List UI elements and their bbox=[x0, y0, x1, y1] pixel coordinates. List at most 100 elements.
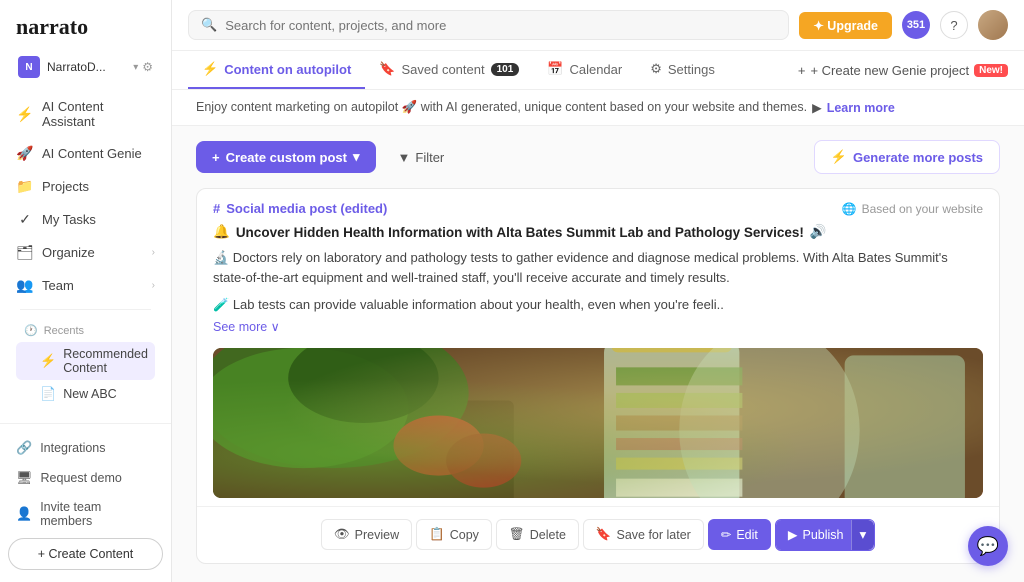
sidebar-item-team[interactable]: 👥 Team › bbox=[8, 269, 163, 301]
post-image bbox=[213, 348, 983, 498]
check-icon: ✓ bbox=[16, 210, 34, 228]
workspace-name: NarratoD... bbox=[47, 60, 131, 74]
create-content-button[interactable]: + Create Content bbox=[8, 538, 163, 570]
preview-button[interactable]: 👁 Preview bbox=[321, 519, 412, 550]
tab-settings[interactable]: ⚙ Settings bbox=[636, 51, 729, 89]
organize-icon: 🗂 bbox=[16, 243, 34, 261]
sidebar-nav: ⚡ AI Content Assistant 🚀 AI Content Geni… bbox=[0, 88, 171, 423]
post-source: 🌐 Based on your website bbox=[842, 202, 983, 216]
edit-label: Edit bbox=[736, 528, 758, 542]
publish-button[interactable]: ▶ Publish bbox=[776, 520, 856, 550]
sidebar: narrato N NarratoD... ▾ ⚙ ⚡ AI Content A… bbox=[0, 0, 172, 582]
search-input[interactable] bbox=[225, 18, 776, 33]
notification-badge[interactable]: 351 bbox=[902, 11, 930, 39]
sidebar-integrations[interactable]: 🔗 Integrations bbox=[8, 434, 163, 462]
user-avatar[interactable] bbox=[978, 10, 1008, 40]
rocket-icon: 🚀 bbox=[16, 144, 34, 162]
help-button[interactable]: ? bbox=[940, 11, 968, 39]
create-post-label: Create custom post bbox=[226, 150, 347, 165]
learn-more-link[interactable]: Learn more bbox=[827, 101, 895, 115]
plus-icon: + bbox=[212, 150, 220, 165]
new-genie-label: + Create new Genie project bbox=[810, 63, 969, 78]
recents-label-text: Recents bbox=[44, 325, 84, 337]
tab-calendar[interactable]: 📅 Calendar bbox=[533, 51, 636, 89]
tab-label: Content on autopilot bbox=[224, 62, 351, 77]
plus-icon: + bbox=[798, 63, 806, 78]
team-icon: 👥 bbox=[16, 276, 34, 294]
bell-icon: 🔔 bbox=[213, 224, 230, 240]
chat-bubble-button[interactable]: 💬 bbox=[968, 526, 1008, 566]
post-source-label: Based on your website bbox=[862, 202, 983, 216]
video-icon: ▶ bbox=[812, 100, 822, 115]
tab-label: Calendar bbox=[569, 62, 622, 77]
publish-group: ▶ Publish ▾ bbox=[775, 519, 875, 551]
sidebar-item-ai-content-assistant[interactable]: ⚡ AI Content Assistant bbox=[8, 92, 163, 136]
publish-dropdown-button[interactable]: ▾ bbox=[851, 520, 875, 550]
recent-item-label: New ABC bbox=[63, 387, 117, 401]
logo-area: narrato bbox=[0, 0, 171, 50]
recent-item-new-abc[interactable]: 📄 New ABC bbox=[16, 381, 155, 407]
folder-icon: 📁 bbox=[16, 177, 34, 195]
bottom-item-label: Request demo bbox=[41, 471, 122, 485]
lab-icon: 🧪 bbox=[213, 297, 229, 312]
recents-section: 🕐 Recents bbox=[8, 318, 163, 341]
sidebar-item-label: My Tasks bbox=[42, 212, 96, 227]
invite-icon: 👤 bbox=[16, 506, 32, 522]
create-custom-post-button[interactable]: + Create custom post ▾ bbox=[196, 141, 376, 173]
tab-label: Settings bbox=[668, 62, 715, 77]
search-icon: 🔍 bbox=[201, 17, 217, 33]
save-for-later-button[interactable]: 🔖 Save for later bbox=[583, 519, 704, 550]
sidebar-item-projects[interactable]: 📁 Projects bbox=[8, 170, 163, 202]
workspace-switcher[interactable]: N NarratoD... ▾ ⚙ bbox=[6, 50, 165, 84]
copy-button[interactable]: 📋 Copy bbox=[416, 519, 492, 550]
sidebar-item-ai-content-genie[interactable]: 🚀 AI Content Genie bbox=[8, 137, 163, 169]
dropdown-arrow-icon: ▾ bbox=[353, 149, 360, 165]
delete-button[interactable]: 🗑 Delete bbox=[496, 519, 579, 550]
saved-content-badge: 101 bbox=[491, 63, 520, 76]
post-body: 🔔 Uncover Hidden Health Information with… bbox=[197, 224, 999, 344]
sidebar-item-organize[interactable]: 🗂 Organize › bbox=[8, 236, 163, 268]
chevron-right-icon: › bbox=[152, 280, 155, 291]
post-title-text: Uncover Hidden Health Information with A… bbox=[236, 225, 804, 240]
topbar-right: ✦ Upgrade 351 ? bbox=[799, 10, 1008, 40]
tab-label: Saved content bbox=[401, 62, 484, 77]
document-icon: 📄 bbox=[40, 386, 56, 402]
recent-item-recommended-content[interactable]: ⚡ Recommended Content bbox=[16, 342, 155, 380]
chat-icon: 💬 bbox=[977, 536, 999, 557]
gear-tab-icon: ⚙ bbox=[650, 61, 662, 77]
nav-divider bbox=[20, 309, 151, 310]
sidebar-item-label: Team bbox=[42, 278, 74, 293]
upgrade-button[interactable]: ✦ Upgrade bbox=[799, 12, 892, 39]
bottom-item-label: Integrations bbox=[40, 441, 105, 455]
sidebar-request-demo[interactable]: 🖥 Request demo bbox=[8, 464, 163, 492]
main-area: 🔍 ✦ Upgrade 351 ? ⚡ Content on autopilot… bbox=[172, 0, 1024, 582]
workspace-gear-icon[interactable]: ⚙ bbox=[142, 60, 153, 74]
copy-label: Copy bbox=[450, 528, 479, 542]
post-excerpt: 🧪 Lab tests can provide valuable informa… bbox=[213, 295, 983, 315]
edit-button[interactable]: ✏ Edit bbox=[708, 519, 771, 550]
sidebar-invite-team[interactable]: 👤 Invite team members bbox=[8, 494, 163, 534]
preview-label: Preview bbox=[355, 528, 399, 542]
post-excerpt-text: Lab tests can provide valuable informati… bbox=[233, 297, 724, 312]
bottom-item-label: Invite team members bbox=[40, 500, 155, 528]
sidebar-item-label: Projects bbox=[42, 179, 89, 194]
tab-content-on-autopilot[interactable]: ⚡ Content on autopilot bbox=[188, 51, 365, 89]
hash-icon: # bbox=[213, 201, 220, 216]
food-svg bbox=[213, 348, 983, 498]
tab-saved-content[interactable]: 🔖 Saved content 101 bbox=[365, 51, 533, 89]
new-badge: New! bbox=[974, 64, 1008, 77]
chevron-down-icon: ▾ bbox=[860, 527, 867, 542]
see-more-button[interactable]: See more ∨ bbox=[213, 319, 983, 334]
link-icon: 🔗 bbox=[16, 440, 32, 456]
filter-button[interactable]: ▼ Filter bbox=[386, 142, 457, 173]
workspace-avatar: N bbox=[18, 56, 40, 78]
new-genie-project-button[interactable]: + + Create new Genie project New! bbox=[798, 63, 1008, 78]
sidebar-item-my-tasks[interactable]: ✓ My Tasks bbox=[8, 203, 163, 235]
sidebar-item-label: AI Content Genie bbox=[42, 146, 142, 161]
search-box[interactable]: 🔍 bbox=[188, 10, 789, 40]
workspace-chevron-icon: ▾ bbox=[133, 62, 138, 73]
generate-more-posts-button[interactable]: ⚡ Generate more posts bbox=[814, 140, 1000, 174]
post-type: # Social media post (edited) bbox=[213, 201, 387, 216]
chevron-right-icon: › bbox=[152, 247, 155, 258]
tabs: ⚡ Content on autopilot 🔖 Saved content 1… bbox=[188, 51, 729, 89]
